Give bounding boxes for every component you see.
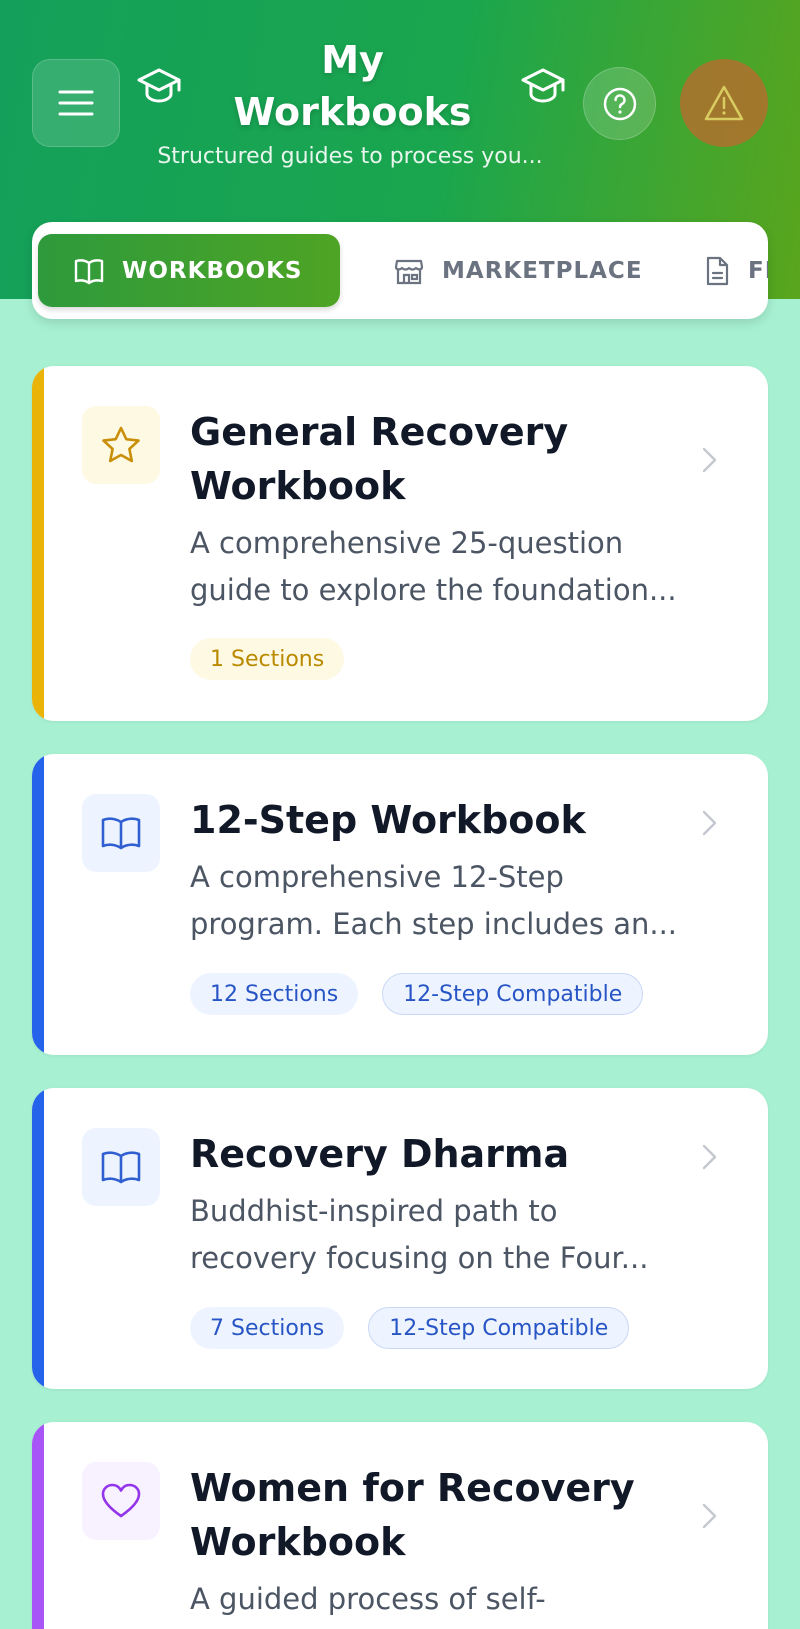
card-description: A guided process of self- [190, 1576, 750, 1623]
card-description-line: guide to explore the foundation... [190, 573, 677, 607]
card-title-line: Women for Recovery [190, 1466, 635, 1510]
graduation-cap-icon [137, 68, 181, 103]
card-badges: 12 Sections 12-Step Compatible [190, 973, 644, 1015]
hamburger-icon [58, 90, 94, 116]
menu-button[interactable] [32, 59, 120, 147]
graduation-cap-icon [521, 68, 565, 103]
card-description: A comprehensive 12-Step program. Each st… [190, 854, 750, 948]
star-icon [102, 426, 140, 463]
card-icon-box [82, 1462, 160, 1540]
question-circle-icon [603, 87, 636, 120]
card-description: A comprehensive 25-question guide to exp… [190, 520, 750, 614]
card-icon-box [82, 794, 160, 872]
chevron-right-icon [702, 1144, 717, 1170]
tab-marketplace[interactable]: MARKETPLACE [362, 234, 643, 307]
sections-badge: 12 Sections [190, 973, 359, 1015]
store-icon [394, 259, 424, 284]
card-title: Recovery Dharma [190, 1127, 670, 1181]
page-title-line-1: My [321, 38, 384, 82]
card-badges: 7 Sections 12-Step Compatible [190, 1307, 630, 1349]
tab-workbooks-label: WORKBOOKS [122, 257, 303, 284]
book-open-icon [101, 817, 141, 850]
card-icon-box [82, 406, 160, 484]
card-title-line: Workbook [190, 464, 406, 508]
card-description: Buddhist-inspired path to recovery focus… [190, 1188, 750, 1282]
card-description-line: A guided process of self- [190, 1582, 546, 1616]
page-title: My Workbooks [200, 34, 505, 138]
help-button[interactable] [583, 67, 656, 140]
workbook-card[interactable]: Recovery Dharma Buddhist-inspired path t… [32, 1088, 768, 1389]
card-title: Women for Recovery Workbook [190, 1461, 670, 1569]
card-accent-stripe [32, 366, 44, 721]
card-accent-stripe [32, 754, 44, 1055]
chevron-right-icon [702, 447, 717, 473]
workbook-card[interactable]: Women for Recovery Workbook A guided pro… [32, 1422, 768, 1629]
workbook-card[interactable]: 12-Step Workbook A comprehensive 12-Step… [32, 754, 768, 1055]
card-title: General Recovery Workbook [190, 405, 670, 513]
heart-icon [101, 1483, 141, 1518]
chevron-right-icon [702, 810, 717, 836]
sections-badge: 1 Sections [190, 638, 345, 680]
warning-triangle-icon [704, 85, 744, 121]
card-badges: 1 Sections [190, 638, 345, 680]
tab-fel[interactable]: FEL [672, 234, 768, 307]
book-open-icon [101, 1151, 141, 1184]
card-description-line: program. Each step includes an... [190, 907, 678, 941]
card-accent-stripe [32, 1422, 44, 1629]
card-title-line: 12-Step Workbook [190, 798, 586, 842]
card-description-line: Buddhist-inspired path to [190, 1194, 558, 1228]
tab-fel-label: FEL [748, 257, 768, 284]
card-title-line: Recovery Dharma [190, 1132, 570, 1176]
sections-badge: 7 Sections [190, 1307, 345, 1349]
card-description-line: recovery focusing on the Four... [190, 1241, 649, 1275]
book-open-icon [74, 258, 104, 284]
card-description-line: A comprehensive 25-question [190, 526, 624, 560]
tab-bar: WORKBOOKS MARKETPLACE FEL [32, 222, 768, 319]
compatibility-badge: 12-Step Compatible [368, 1307, 630, 1349]
tab-marketplace-label: MARKETPLACE [442, 257, 643, 284]
page-subtitle: Structured guides to process you... [157, 144, 543, 169]
card-title: 12-Step Workbook [190, 793, 670, 847]
compatibility-badge: 12-Step Compatible [382, 973, 644, 1015]
alert-button[interactable] [680, 59, 768, 147]
chevron-right-icon [702, 1503, 717, 1529]
card-icon-box [82, 1128, 160, 1206]
card-accent-stripe [32, 1088, 44, 1389]
document-icon [706, 256, 729, 285]
card-title-line: Workbook [190, 1520, 406, 1564]
card-description-line: A comprehensive 12-Step [190, 860, 564, 894]
card-title-line: General Recovery [190, 410, 569, 454]
workbook-card[interactable]: General Recovery Workbook A comprehensiv… [32, 366, 768, 721]
page-title-line-2: Workbooks [233, 90, 472, 134]
tab-workbooks[interactable]: WORKBOOKS [38, 234, 340, 307]
